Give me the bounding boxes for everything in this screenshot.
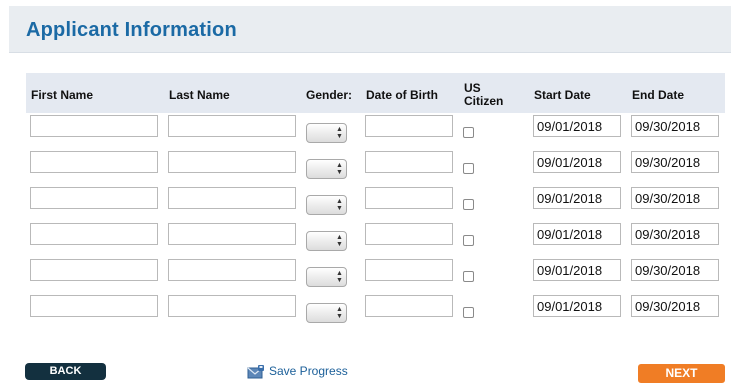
- gender-select[interactable]: ▲ ▼: [306, 303, 347, 323]
- first-name-input[interactable]: [30, 151, 158, 173]
- column-header-us-citizen-line2: Citizen: [464, 94, 504, 108]
- first-name-input[interactable]: [30, 259, 158, 281]
- us-citizen-checkbox[interactable]: [463, 199, 474, 210]
- end-date-input[interactable]: [631, 187, 719, 209]
- page-title: Applicant Information: [26, 19, 237, 41]
- start-date-input[interactable]: [533, 151, 621, 173]
- end-date-input[interactable]: [631, 115, 719, 137]
- us-citizen-checkbox[interactable]: [463, 271, 474, 282]
- select-arrows-icon: ▲ ▼: [336, 198, 343, 212]
- applicant-row: ▲ ▼: [0, 259, 731, 287]
- applicant-row: ▲ ▼: [0, 223, 731, 251]
- header-band: Applicant Information: [9, 6, 731, 53]
- gender-select[interactable]: ▲ ▼: [306, 267, 347, 287]
- end-date-input[interactable]: [631, 295, 719, 317]
- date-of-birth-input[interactable]: [365, 223, 453, 245]
- select-arrows-icon: ▲ ▼: [336, 234, 343, 248]
- column-header-gender: Gender:: [306, 88, 353, 102]
- last-name-input[interactable]: [168, 295, 296, 317]
- gender-select[interactable]: ▲ ▼: [306, 159, 347, 179]
- date-of-birth-input[interactable]: [365, 259, 453, 281]
- last-name-input[interactable]: [168, 115, 296, 137]
- start-date-input[interactable]: [533, 223, 621, 245]
- last-name-input[interactable]: [168, 151, 296, 173]
- end-date-input[interactable]: [631, 151, 719, 173]
- last-name-input[interactable]: [168, 223, 296, 245]
- select-arrows-icon: ▲ ▼: [336, 162, 343, 176]
- column-header-end-date: End Date: [632, 88, 685, 102]
- column-header-last-name: Last Name: [169, 88, 230, 102]
- gender-select[interactable]: ▲ ▼: [306, 195, 347, 215]
- first-name-input[interactable]: [30, 187, 158, 209]
- save-progress-label: Save Progress: [269, 364, 348, 378]
- applicant-row: ▲ ▼: [0, 115, 731, 143]
- us-citizen-checkbox[interactable]: [463, 307, 474, 318]
- first-name-input[interactable]: [30, 295, 158, 317]
- start-date-input[interactable]: [533, 295, 621, 317]
- column-header-start-date: Start Date: [534, 88, 591, 102]
- gender-select[interactable]: ▲ ▼: [306, 123, 347, 143]
- end-date-input[interactable]: [631, 259, 719, 281]
- applicant-row: ▲ ▼: [0, 151, 731, 179]
- date-of-birth-input[interactable]: [365, 151, 453, 173]
- column-header-date-of-birth: Date of Birth: [366, 88, 438, 102]
- us-citizen-checkbox[interactable]: [463, 127, 474, 138]
- us-citizen-checkbox[interactable]: [463, 235, 474, 246]
- first-name-input[interactable]: [30, 115, 158, 137]
- select-arrows-icon: ▲ ▼: [336, 306, 343, 320]
- gender-select[interactable]: ▲ ▼: [306, 231, 347, 251]
- first-name-input[interactable]: [30, 223, 158, 245]
- next-button[interactable]: NEXT: [638, 364, 725, 383]
- applicant-row: ▲ ▼: [0, 187, 731, 215]
- date-of-birth-input[interactable]: [365, 295, 453, 317]
- start-date-input[interactable]: [533, 115, 621, 137]
- column-header-first-name: First Name: [31, 88, 94, 102]
- last-name-input[interactable]: [168, 259, 296, 281]
- column-header-us-citizen: US Citizen: [464, 82, 503, 108]
- last-name-input[interactable]: [168, 187, 296, 209]
- select-arrows-icon: ▲ ▼: [336, 270, 343, 284]
- date-of-birth-input[interactable]: [365, 187, 453, 209]
- select-arrows-icon: ▲ ▼: [336, 126, 343, 140]
- applicant-row: ▲ ▼: [0, 295, 731, 323]
- envelope-save-icon: [247, 365, 264, 379]
- start-date-input[interactable]: [533, 259, 621, 281]
- start-date-input[interactable]: [533, 187, 621, 209]
- date-of-birth-input[interactable]: [365, 115, 453, 137]
- back-button[interactable]: BACK: [25, 363, 106, 380]
- end-date-input[interactable]: [631, 223, 719, 245]
- us-citizen-checkbox[interactable]: [463, 163, 474, 174]
